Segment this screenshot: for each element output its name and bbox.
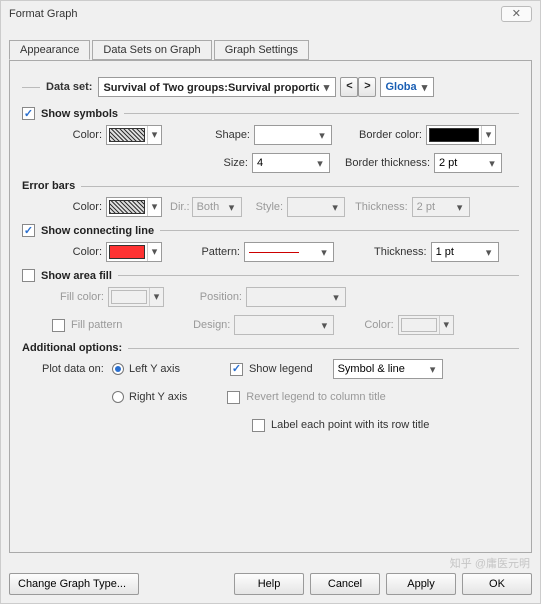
revert-legend-label: Revert legend to column title	[246, 391, 385, 403]
appearance-panel: Data set: Survival of Two groups:Surviva…	[9, 61, 532, 553]
chevron-down-icon: ▾	[453, 201, 467, 214]
chevron-down-icon: ▾	[147, 243, 161, 261]
border-color-label: Border color:	[352, 129, 422, 141]
conn-thick-label: Thickness:	[374, 246, 427, 258]
pattern-line-icon	[249, 252, 299, 253]
show-symbols-label: Show symbols	[41, 108, 118, 120]
legend-style-combo[interactable]: Symbol & line▾	[333, 359, 443, 379]
label-each-point-label: Label each point with its row title	[271, 419, 429, 431]
area-color-combo: ▾	[398, 315, 454, 335]
fill-pattern-label: Fill pattern	[71, 319, 122, 331]
fill-color-label: Fill color:	[52, 291, 104, 303]
dataset-label: Data set:	[46, 81, 92, 93]
error-dir-label: Dir.:	[170, 201, 190, 213]
error-thick-label: Thickness:	[355, 201, 408, 213]
chevron-down-icon: ▾	[317, 246, 331, 259]
symbol-color-combo[interactable]: ▾	[106, 125, 162, 145]
symbol-color-label: Color:	[62, 129, 102, 141]
area-design-combo: ▾	[234, 315, 334, 335]
dataset-next-button[interactable]: >	[358, 77, 376, 97]
area-position-label: Position:	[192, 291, 242, 303]
change-graph-type-button[interactable]: Change Graph Type...	[9, 573, 139, 595]
chevron-down-icon: ▾	[313, 157, 327, 170]
chevron-down-icon: ▾	[481, 126, 495, 144]
symbol-shape-label: Shape:	[206, 129, 250, 141]
revert-legend-checkbox[interactable]	[227, 391, 240, 404]
chevron-down-icon: ▾	[315, 129, 329, 142]
tab-graphsettings[interactable]: Graph Settings	[214, 40, 309, 60]
border-thickness-label: Border thickness:	[336, 157, 430, 169]
border-thickness-combo[interactable]: 2 pt▾	[434, 153, 502, 173]
conn-pattern-label: Pattern:	[190, 246, 240, 258]
error-bars-label: Error bars	[22, 180, 75, 192]
error-dir-combo: Both▾	[192, 197, 242, 217]
chevron-down-icon: ▾	[149, 288, 163, 306]
error-style-combo: ▾	[287, 197, 345, 217]
area-color-label: Color:	[364, 319, 393, 331]
show-legend-checkbox[interactable]	[230, 363, 243, 376]
right-y-label: Right Y axis	[129, 391, 187, 403]
dataset-combo[interactable]: Survival of Two groups:Survival proporti…	[98, 77, 336, 97]
help-button[interactable]: Help	[234, 573, 304, 595]
error-thick-combo: 2 pt▾	[412, 197, 470, 217]
chevron-down-icon: ▾	[485, 157, 499, 170]
chevron-down-icon: ▾	[225, 201, 239, 214]
close-button[interactable]: ✕	[501, 6, 532, 22]
conn-pattern-combo[interactable]: ▾	[244, 242, 334, 262]
tab-bar: Appearance Data Sets on Graph Graph Sett…	[9, 39, 532, 61]
chevron-down-icon: ▾	[328, 201, 342, 214]
show-connecting-checkbox[interactable]	[22, 224, 35, 237]
area-position-combo: ▾	[246, 287, 346, 307]
chevron-down-icon: ▾	[417, 81, 431, 94]
dataset-prev-button[interactable]: <	[340, 77, 358, 97]
conn-color-combo[interactable]: ▾	[106, 242, 162, 262]
conn-thick-combo[interactable]: 1 pt▾	[431, 242, 499, 262]
additional-label: Additional options:	[22, 342, 122, 354]
show-area-checkbox[interactable]	[22, 269, 35, 282]
chevron-down-icon: ▾	[329, 291, 343, 304]
tab-datasets[interactable]: Data Sets on Graph	[92, 40, 211, 60]
chevron-down-icon: ▾	[439, 316, 453, 334]
fill-pattern-checkbox	[52, 319, 65, 332]
symbol-size-label: Size:	[204, 157, 248, 169]
error-color-combo[interactable]: ▾	[106, 197, 162, 217]
label-each-point-checkbox[interactable]	[252, 419, 265, 432]
show-legend-label: Show legend	[249, 363, 313, 375]
chevron-down-icon: ▾	[317, 319, 331, 332]
tab-appearance[interactable]: Appearance	[9, 40, 90, 60]
error-style-label: Style:	[256, 201, 284, 213]
left-y-label: Left Y axis	[129, 363, 180, 375]
chevron-down-icon: ▾	[319, 81, 333, 94]
plot-on-label: Plot data on:	[42, 363, 112, 375]
left-y-radio[interactable]	[112, 363, 124, 375]
show-area-label: Show area fill	[41, 270, 112, 282]
chevron-down-icon: ▾	[147, 198, 161, 216]
apply-button[interactable]: Apply	[386, 573, 456, 595]
error-color-label: Color:	[62, 201, 102, 213]
symbol-shape-combo[interactable]: ▾	[254, 125, 332, 145]
show-connecting-label: Show connecting line	[41, 225, 154, 237]
chevron-down-icon: ▾	[426, 363, 440, 376]
cancel-button[interactable]: Cancel	[310, 573, 380, 595]
window-title: Format Graph	[9, 8, 77, 20]
fill-color-combo: ▾	[108, 287, 164, 307]
chevron-down-icon: ▾	[482, 246, 496, 259]
border-color-combo[interactable]: ▾	[426, 125, 496, 145]
show-symbols-checkbox[interactable]	[22, 107, 35, 120]
right-y-radio[interactable]	[112, 391, 124, 403]
area-design-label: Design:	[180, 319, 230, 331]
global-combo[interactable]: Global▾	[380, 77, 434, 97]
symbol-size-combo[interactable]: 4▾	[252, 153, 330, 173]
ok-button[interactable]: OK	[462, 573, 532, 595]
chevron-down-icon: ▾	[147, 126, 161, 144]
conn-color-label: Color:	[62, 246, 102, 258]
